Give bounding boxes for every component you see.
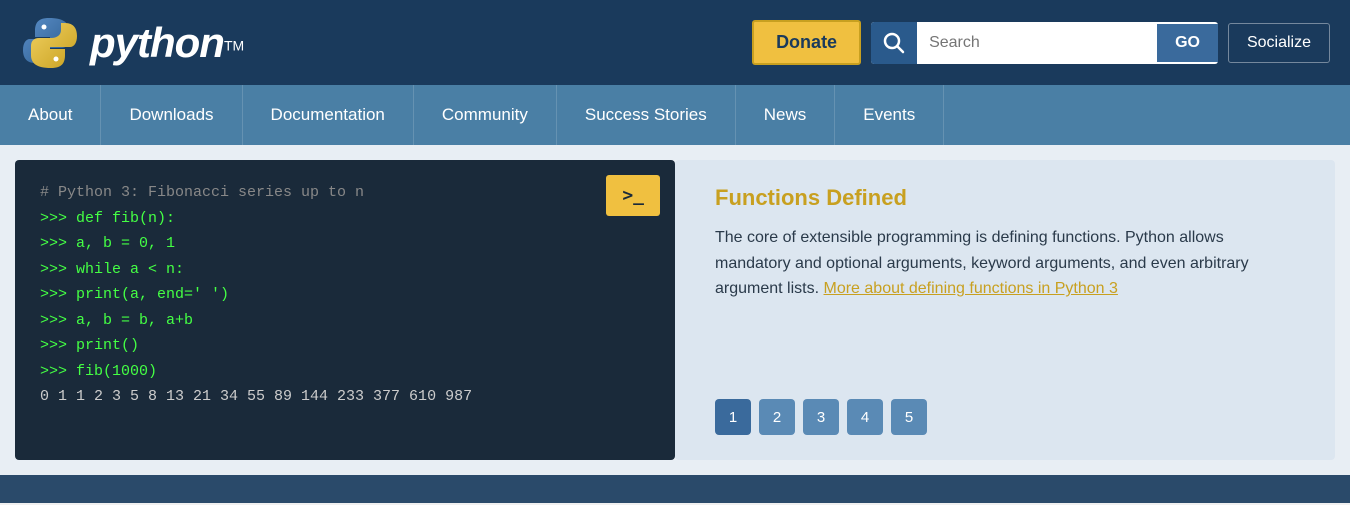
code-line-4: >>> while a < n: bbox=[40, 257, 650, 283]
code-line-7: >>> print() bbox=[40, 333, 650, 359]
code-line-8: >>> fib(1000) bbox=[40, 359, 650, 385]
python-logo-icon bbox=[20, 13, 80, 73]
search-input[interactable] bbox=[917, 24, 1157, 62]
nav-item-events[interactable]: Events bbox=[835, 85, 944, 145]
search-area: GO bbox=[871, 22, 1218, 64]
terminal-button[interactable]: >_ bbox=[606, 175, 660, 216]
code-block: # Python 3: Fibonacci series up to n >>>… bbox=[40, 180, 650, 410]
info-description: The core of extensible programming is de… bbox=[715, 225, 1295, 302]
main-content: >_ # Python 3: Fibonacci series up to n … bbox=[0, 145, 1350, 475]
info-content: Functions Defined The core of extensible… bbox=[715, 185, 1295, 302]
page-button-5[interactable]: 5 bbox=[891, 399, 927, 435]
site-title: pythonTM bbox=[90, 19, 244, 67]
info-title: Functions Defined bbox=[715, 185, 1295, 211]
code-panel: >_ # Python 3: Fibonacci series up to n … bbox=[15, 160, 675, 460]
code-line-6: >>> a, b = b, a+b bbox=[40, 308, 650, 334]
code-line-3: >>> a, b = 0, 1 bbox=[40, 231, 650, 257]
logo-area: pythonTM bbox=[20, 13, 244, 73]
pagination: 1 2 3 4 5 bbox=[715, 399, 1295, 435]
nav-bar: About Downloads Documentation Community … bbox=[0, 85, 1350, 145]
page-button-2[interactable]: 2 bbox=[759, 399, 795, 435]
nav-item-success-stories[interactable]: Success Stories bbox=[557, 85, 736, 145]
search-icon-wrap bbox=[871, 22, 917, 64]
page-button-1[interactable]: 1 bbox=[715, 399, 751, 435]
bottom-bar bbox=[0, 475, 1350, 503]
nav-item-documentation[interactable]: Documentation bbox=[243, 85, 414, 145]
header: pythonTM Donate GO Socialize bbox=[0, 0, 1350, 85]
page-button-3[interactable]: 3 bbox=[803, 399, 839, 435]
donate-button[interactable]: Donate bbox=[752, 20, 861, 65]
nav-item-about[interactable]: About bbox=[0, 85, 101, 145]
info-panel: Functions Defined The core of extensible… bbox=[675, 160, 1335, 460]
socialize-button[interactable]: Socialize bbox=[1228, 23, 1330, 63]
go-button[interactable]: GO bbox=[1157, 24, 1218, 62]
search-icon bbox=[883, 32, 905, 54]
nav-item-downloads[interactable]: Downloads bbox=[101, 85, 242, 145]
code-line-9: 0 1 1 2 3 5 8 13 21 34 55 89 144 233 377… bbox=[40, 384, 650, 410]
code-line-5: >>> print(a, end=' ') bbox=[40, 282, 650, 308]
nav-item-news[interactable]: News bbox=[736, 85, 836, 145]
code-line-1: # Python 3: Fibonacci series up to n bbox=[40, 180, 650, 206]
info-link[interactable]: More about defining functions in Python … bbox=[824, 280, 1118, 297]
header-right: Donate GO Socialize bbox=[752, 20, 1330, 65]
nav-item-community[interactable]: Community bbox=[414, 85, 557, 145]
code-line-2: >>> def fib(n): bbox=[40, 206, 650, 232]
page-button-4[interactable]: 4 bbox=[847, 399, 883, 435]
